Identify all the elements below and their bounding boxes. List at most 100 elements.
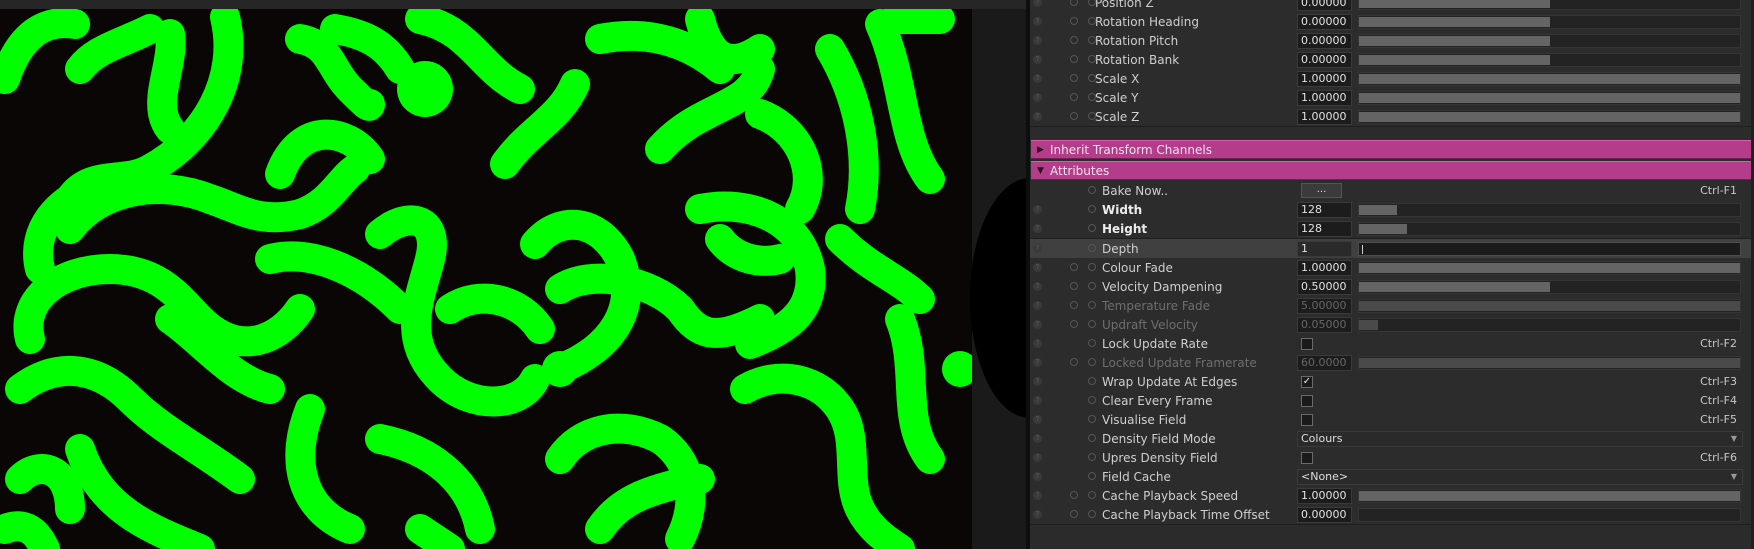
link-icon[interactable]: [1088, 453, 1096, 461]
help-icon[interactable]: ?: [1033, 396, 1042, 405]
width-slider[interactable]: [1358, 203, 1741, 217]
help-icon[interactable]: ?: [1033, 301, 1042, 310]
link-icon[interactable]: [1088, 186, 1096, 194]
bake-now-button[interactable]: ...: [1301, 183, 1342, 198]
link-icon[interactable]: [1088, 282, 1096, 290]
width-input[interactable]: 128: [1297, 202, 1352, 218]
keyframe-icon[interactable]: [1070, 263, 1078, 271]
keyframe-icon[interactable]: [1070, 282, 1078, 290]
section-inherit-transform-channels[interactable]: ▶ Inherit Transform Channels: [1031, 140, 1751, 159]
value-input[interactable]: 0.00000: [1297, 14, 1352, 30]
help-icon[interactable]: ?: [1033, 453, 1042, 462]
value-slider[interactable]: [1358, 508, 1741, 522]
keyframe-icon[interactable]: [1070, 55, 1078, 63]
value-slider[interactable]: [1358, 0, 1741, 10]
help-icon[interactable]: ?: [1033, 224, 1042, 233]
height-slider[interactable]: [1358, 222, 1741, 236]
fluid-preview-canvas[interactable]: [0, 9, 972, 549]
value-slider[interactable]: [1358, 280, 1741, 294]
value-slider[interactable]: [1358, 261, 1741, 275]
link-icon[interactable]: [1088, 434, 1096, 442]
wrap-update-checkbox[interactable]: ✓: [1301, 376, 1313, 388]
help-icon[interactable]: ?: [1033, 112, 1042, 121]
keyframe-icon[interactable]: [1070, 491, 1078, 499]
link-icon[interactable]: [1088, 244, 1096, 252]
help-icon[interactable]: ?: [1033, 244, 1042, 253]
value-input[interactable]: 0.00000: [1297, 52, 1352, 68]
depth-input[interactable]: 1: [1297, 241, 1352, 257]
link-icon[interactable]: [1088, 377, 1096, 385]
collapse-arrow-icon[interactable]: ▼: [1037, 166, 1044, 176]
viewport[interactable]: [0, 0, 1026, 549]
help-icon[interactable]: ?: [1033, 415, 1042, 424]
field-cache-select[interactable]: <None> ▼: [1297, 469, 1743, 485]
visualise-field-checkbox[interactable]: [1301, 414, 1313, 426]
keyframe-icon[interactable]: [1070, 112, 1078, 120]
help-icon[interactable]: ?: [1033, 17, 1042, 26]
value-input[interactable]: 1.00000: [1297, 260, 1352, 276]
depth-slider[interactable]: [1358, 242, 1741, 256]
clear-every-frame-checkbox[interactable]: [1301, 395, 1313, 407]
value-input[interactable]: 1.00000: [1297, 488, 1352, 504]
expand-arrow-icon[interactable]: ▶: [1037, 145, 1044, 155]
value-slider[interactable]: [1358, 15, 1741, 29]
link-icon[interactable]: [1088, 472, 1096, 480]
value-input[interactable]: 0.00000: [1297, 507, 1352, 523]
keyframe-icon[interactable]: [1070, 36, 1078, 44]
keyframe-icon[interactable]: [1070, 301, 1078, 309]
lock-update-rate-checkbox[interactable]: [1301, 338, 1313, 350]
help-icon[interactable]: ?: [1033, 55, 1042, 64]
help-icon[interactable]: ?: [1033, 491, 1042, 500]
value-input[interactable]: 0.50000: [1297, 279, 1352, 295]
value-slider[interactable]: [1358, 91, 1741, 105]
link-icon[interactable]: [1088, 491, 1096, 499]
link-icon[interactable]: [1088, 301, 1096, 309]
keyframe-icon[interactable]: [1070, 17, 1078, 25]
link-icon[interactable]: [1088, 510, 1096, 518]
help-icon[interactable]: ?: [1033, 358, 1042, 367]
help-icon[interactable]: ?: [1033, 205, 1042, 214]
help-icon[interactable]: ?: [1033, 0, 1042, 7]
keyframe-icon[interactable]: [1070, 510, 1078, 518]
help-icon[interactable]: ?: [1033, 472, 1042, 481]
section-attributes[interactable]: ▼ Attributes: [1031, 161, 1751, 180]
help-icon[interactable]: ?: [1033, 263, 1042, 272]
help-icon[interactable]: ?: [1033, 434, 1042, 443]
help-icon[interactable]: ?: [1033, 282, 1042, 291]
value-slider[interactable]: [1358, 34, 1741, 48]
value-input[interactable]: 0.00000: [1297, 0, 1352, 11]
value-input[interactable]: 1.00000: [1297, 71, 1352, 87]
keyframe-icon[interactable]: [1070, 320, 1078, 328]
link-icon[interactable]: [1088, 339, 1096, 347]
link-icon[interactable]: [1088, 358, 1096, 366]
help-icon[interactable]: ?: [1033, 510, 1042, 519]
height-input[interactable]: 128: [1297, 221, 1352, 237]
help-icon[interactable]: ?: [1033, 93, 1042, 102]
value-slider[interactable]: [1358, 489, 1741, 503]
keyframe-icon[interactable]: [1070, 0, 1078, 6]
link-icon[interactable]: [1088, 415, 1096, 423]
value-slider[interactable]: [1358, 53, 1741, 67]
help-icon[interactable]: ?: [1033, 36, 1042, 45]
row-rotation-bank: ? Rotation Bank 0.00000: [1030, 50, 1751, 70]
value-input[interactable]: 1.00000: [1297, 90, 1352, 106]
link-icon[interactable]: [1088, 396, 1096, 404]
upres-density-field-checkbox[interactable]: [1301, 452, 1313, 464]
help-icon[interactable]: ?: [1033, 377, 1042, 386]
row-temperature-fade: ? Temperature Fade 5.00000: [1030, 296, 1751, 316]
density-field-mode-select[interactable]: Colours ▼: [1297, 431, 1743, 447]
help-icon[interactable]: ?: [1033, 339, 1042, 348]
keyframe-icon[interactable]: [1070, 93, 1078, 101]
link-icon[interactable]: [1088, 224, 1096, 232]
help-icon[interactable]: ?: [1033, 320, 1042, 329]
link-icon[interactable]: [1088, 263, 1096, 271]
keyframe-icon[interactable]: [1070, 74, 1078, 82]
value-input[interactable]: 1.00000: [1297, 109, 1352, 125]
link-icon[interactable]: [1088, 320, 1096, 328]
link-icon[interactable]: [1088, 205, 1096, 213]
help-icon[interactable]: ?: [1033, 74, 1042, 83]
value-slider[interactable]: [1358, 72, 1741, 86]
value-slider[interactable]: [1358, 110, 1741, 124]
value-input[interactable]: 0.00000: [1297, 33, 1352, 49]
keyframe-icon[interactable]: [1070, 358, 1078, 366]
